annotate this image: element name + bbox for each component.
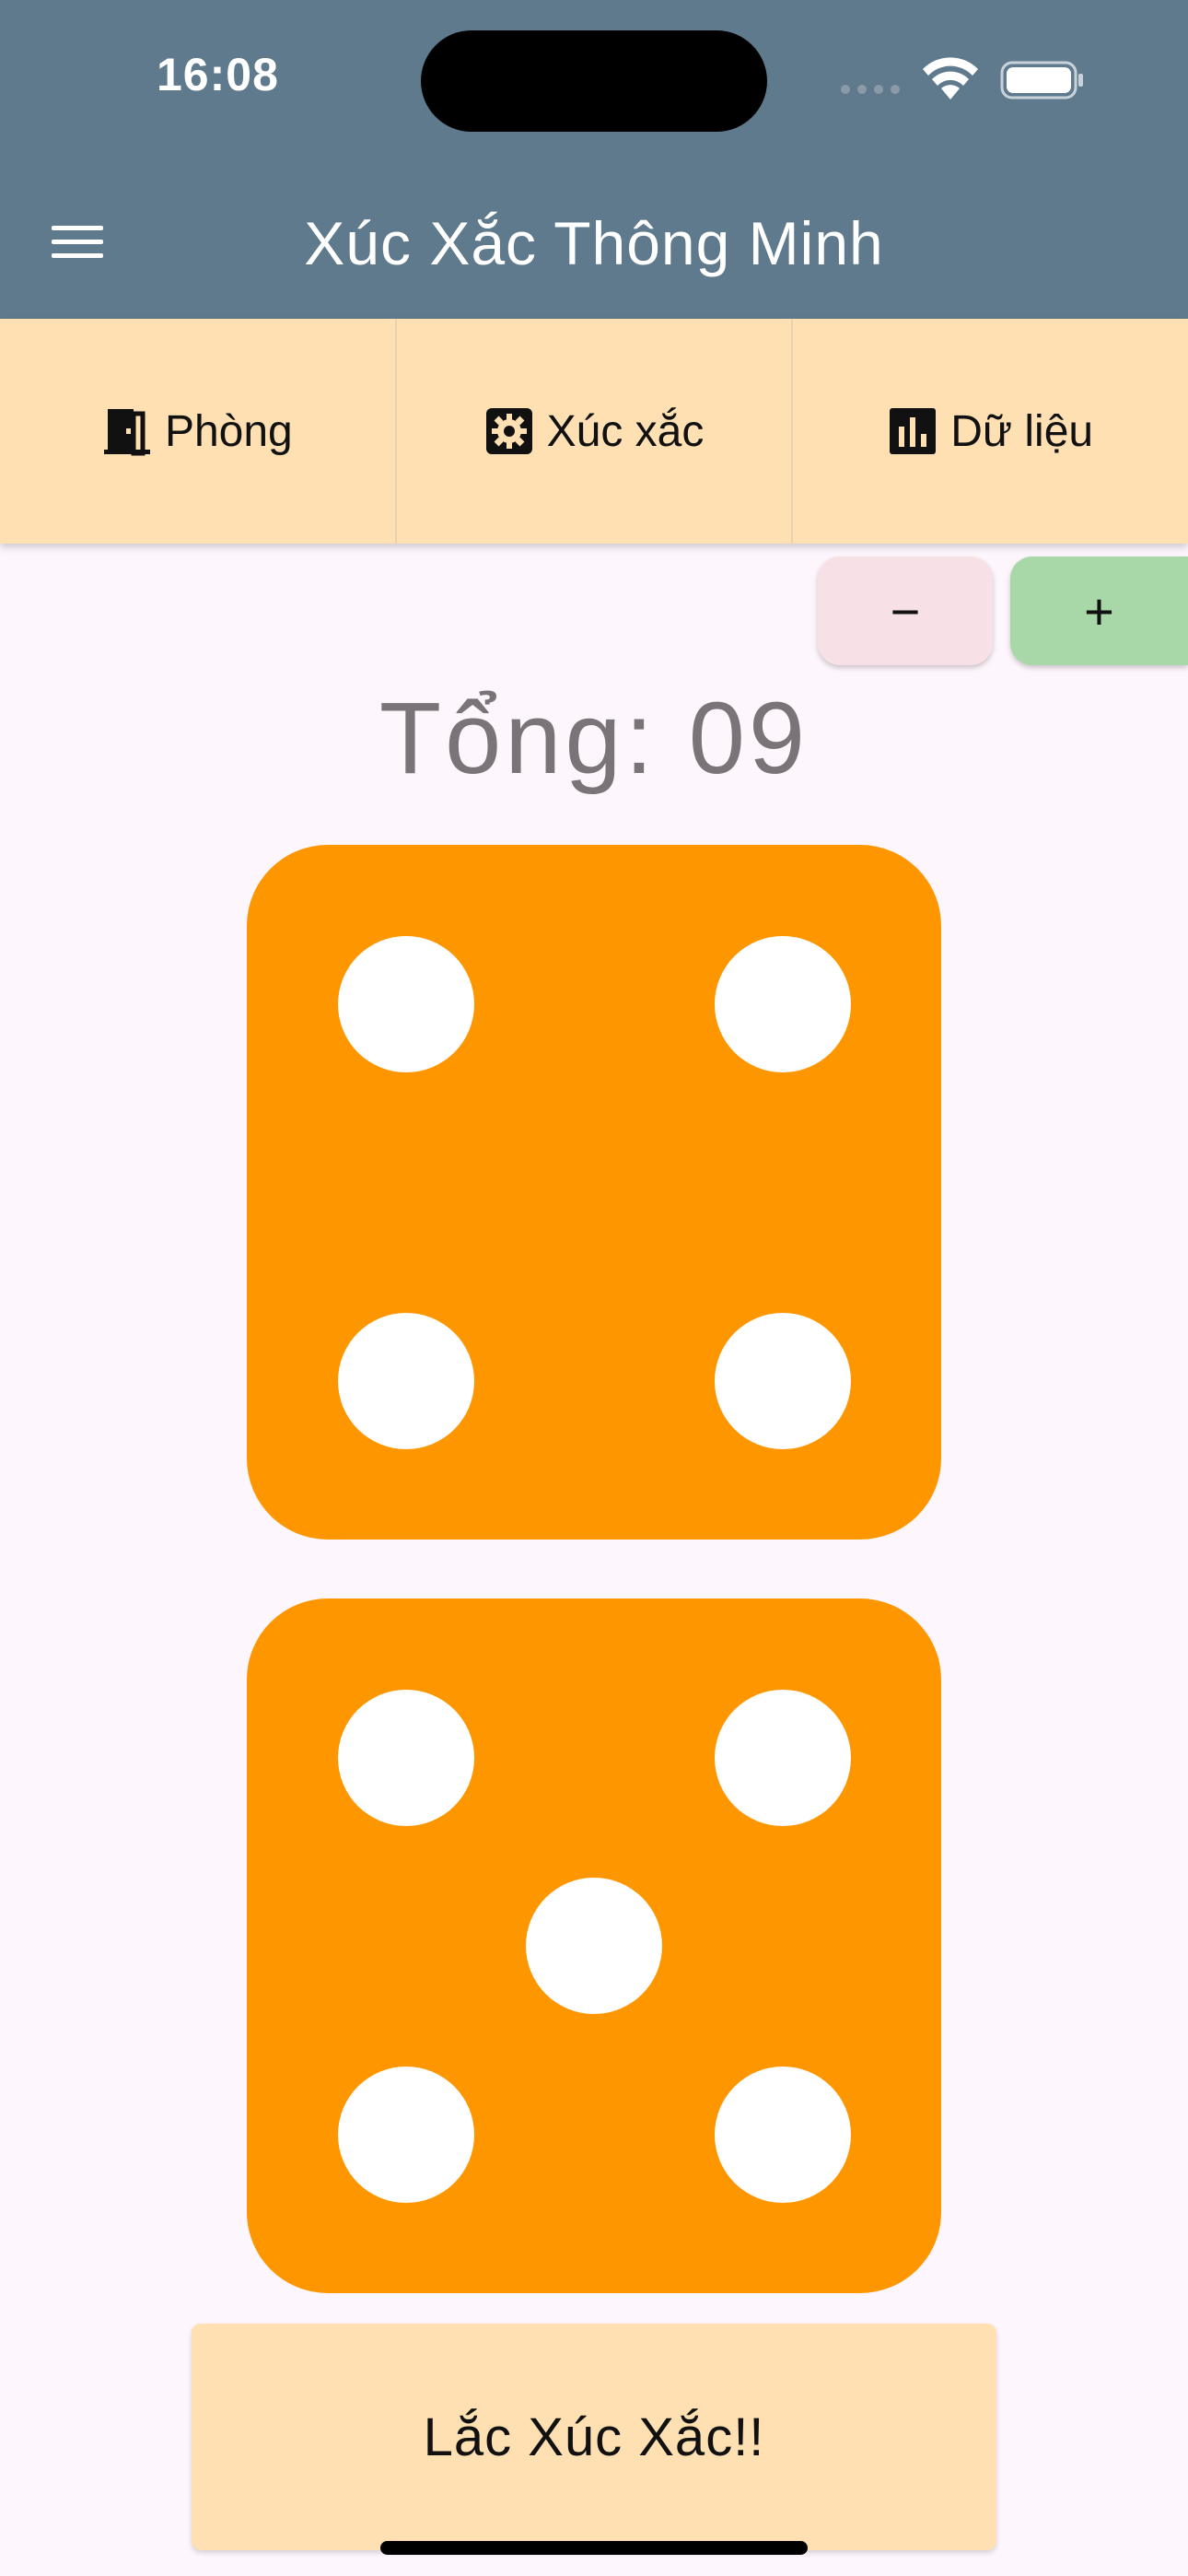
increase-dice-button[interactable]: + [1010,556,1188,665]
pip [338,1313,474,1449]
tab-dice-label: Xúc xắc [546,406,705,456]
tab-data-label: Dữ liệu [950,406,1094,456]
app-title: Xúc Xắc Thông Minh [304,209,884,277]
settings-gear-icon [485,408,532,454]
pip [715,1690,851,1826]
tab-bar: Phòng Xúc xắc Dữ liệu [0,319,1188,544]
home-indicator[interactable] [380,2541,808,2555]
app-bar: 16:08 Xúc Xắc Thông Minh [0,0,1188,319]
tab-room[interactable]: Phòng [0,319,397,544]
pip [715,936,851,1072]
tab-dice[interactable]: Xúc xắc [397,319,794,544]
bar-chart-icon [890,408,937,454]
decrease-dice-button[interactable]: − [818,556,993,665]
total-display: Tổng: 09 [379,682,809,795]
wifi-icon [923,57,978,100]
battery-icon [1000,61,1083,100]
door-icon [103,409,150,456]
pip [338,2067,474,2203]
roll-dice-button[interactable]: Lắc Xúc Xắc!! [192,2324,996,2550]
pip [338,1690,474,1826]
pip [715,1313,851,1449]
pip [526,1878,662,2014]
tab-data[interactable]: Dữ liệu [793,319,1188,544]
pip [338,936,474,1072]
die[interactable] [247,1598,941,2293]
cellular-signal-icon [841,85,900,94]
plus-label: + [1084,581,1114,640]
pip [715,2067,851,2203]
status-time: 16:08 [157,49,279,100]
die[interactable] [247,845,941,1540]
roll-dice-label: Lắc Xúc Xắc!! [423,2406,765,2467]
dynamic-island [421,30,767,132]
tab-room-label: Phòng [164,406,293,456]
minus-label: − [890,581,921,640]
screen: 16:08 Xúc Xắc Thông Minh Phòng Xúc xắc D… [0,0,1188,2576]
